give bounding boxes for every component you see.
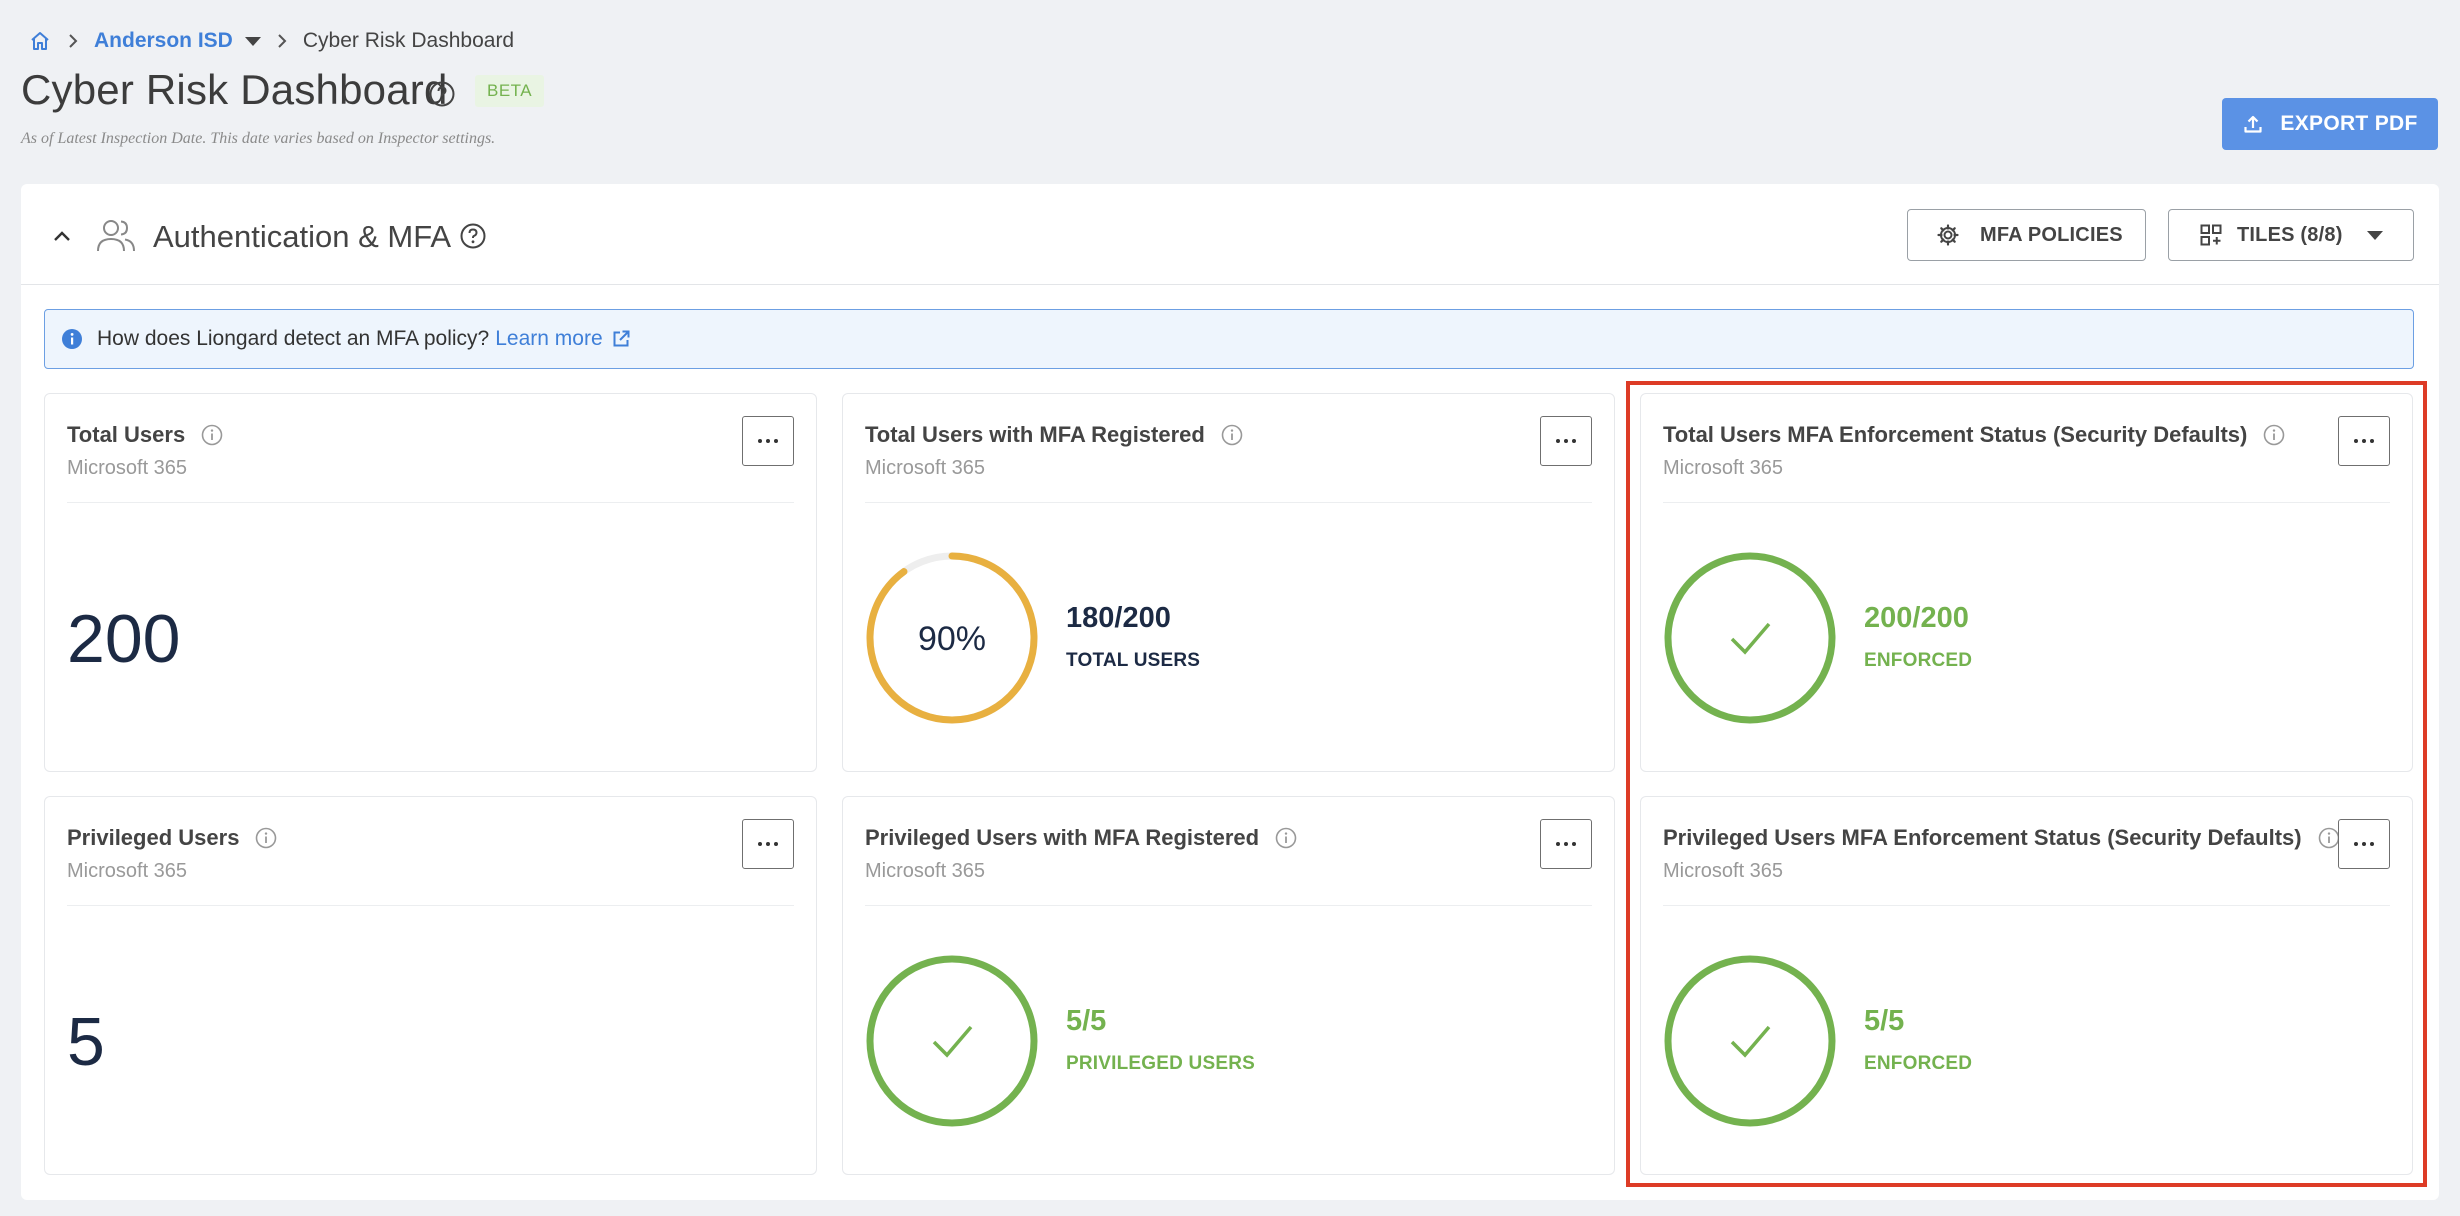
metric-value: 200	[67, 601, 181, 677]
card-menu-button[interactable]	[1540, 416, 1592, 466]
users-icon	[97, 220, 135, 252]
tiles-label: TILES (8/8)	[2237, 223, 2343, 246]
external-link-icon	[613, 330, 630, 347]
stat-label: PRIVILEGED USERS	[1066, 1053, 1256, 1074]
card-menu-button[interactable]	[1540, 819, 1592, 869]
learn-more-link[interactable]: Learn more	[495, 327, 630, 351]
stat-value: 180/200	[1066, 602, 1171, 634]
total-users-card: Total Users Microsoft 365 200	[44, 393, 817, 772]
card-title-row: Privileged Users	[67, 825, 277, 851]
card-menu-button[interactable]	[742, 819, 794, 869]
progress-ring: 90%	[866, 552, 1038, 724]
page-title: Cyber Risk Dashboard	[21, 66, 448, 113]
mfa-policies-button[interactable]: MFA POLICIES	[1907, 209, 2146, 261]
progress-percent: 90%	[918, 620, 986, 658]
info-banner: How does Liongard detect an MFA policy? …	[44, 309, 2414, 369]
divider	[67, 905, 794, 906]
info-icon[interactable]	[1221, 424, 1243, 446]
card-title: Total Users with MFA Registered	[865, 422, 1205, 447]
upload-icon	[2244, 115, 2263, 133]
breadcrumb-current: Cyber Risk Dashboard	[302, 29, 515, 52]
divider	[21, 284, 2439, 285]
chevron-right-icon	[69, 34, 78, 48]
card-title: Privileged Users with MFA Registered	[865, 825, 1260, 850]
chevron-up-icon[interactable]	[50, 224, 74, 248]
card-title: Privileged Users	[67, 825, 240, 850]
info-icon[interactable]	[201, 424, 223, 446]
privileged-users-card: Privileged Users Microsoft 365 5	[44, 796, 817, 1175]
breadcrumb: Anderson ISD Cyber Risk Dashboard	[28, 26, 514, 56]
card-menu-button[interactable]	[742, 416, 794, 466]
divider	[865, 905, 1592, 906]
card-title-row: Total Users with MFA Registered	[865, 422, 1243, 448]
mfa-policies-label: MFA POLICIES	[1980, 223, 2123, 246]
stat-label: TOTAL USERS	[1066, 650, 1201, 671]
export-pdf-label: EXPORT PDF	[2280, 112, 2418, 135]
tiles-dropdown[interactable]: TILES (8/8)	[2168, 209, 2414, 261]
stat-value: 5/5	[1066, 1005, 1107, 1037]
export-pdf-button[interactable]: EXPORT PDF	[2222, 98, 2438, 150]
help-icon[interactable]	[428, 80, 456, 108]
card-title: Total Users	[67, 422, 186, 447]
learn-more-label: Learn more	[495, 327, 603, 350]
card-title-row: Total Users	[67, 422, 223, 448]
help-icon[interactable]	[459, 222, 487, 250]
caret-down-icon[interactable]	[244, 36, 261, 46]
card-source: Microsoft 365	[67, 860, 188, 882]
divider	[67, 502, 794, 503]
divider	[865, 502, 1592, 503]
page-subtitle: As of Latest Inspection Date. This date …	[21, 130, 496, 147]
card-title-row: Privileged Users with MFA Registered	[865, 825, 1297, 851]
tiles-icon	[2200, 224, 2222, 246]
caret-down-icon	[2366, 230, 2383, 240]
highlight-box	[1626, 381, 2427, 1187]
info-icon[interactable]	[1275, 827, 1297, 849]
info-text: How does Liongard detect an MFA policy?	[97, 327, 490, 350]
card-source: Microsoft 365	[67, 457, 188, 479]
home-icon[interactable]	[28, 29, 52, 53]
metric-value: 5	[67, 1004, 105, 1080]
chevron-right-icon	[278, 34, 287, 48]
section-title: Authentication & MFA	[153, 219, 452, 254]
gear-icon	[1937, 224, 1959, 246]
total-users-mfa-registered-card: Total Users with MFA Registered Microsof…	[842, 393, 1615, 772]
info-icon	[62, 329, 82, 349]
beta-badge: BETA	[475, 75, 545, 107]
card-source: Microsoft 365	[865, 860, 986, 882]
privileged-users-mfa-registered-card: Privileged Users with MFA Registered Mic…	[842, 796, 1615, 1175]
breadcrumb-org-link[interactable]: Anderson ISD	[94, 29, 233, 53]
check-circle-icon	[866, 955, 1038, 1127]
info-icon[interactable]	[255, 827, 277, 849]
card-source: Microsoft 365	[865, 457, 986, 479]
